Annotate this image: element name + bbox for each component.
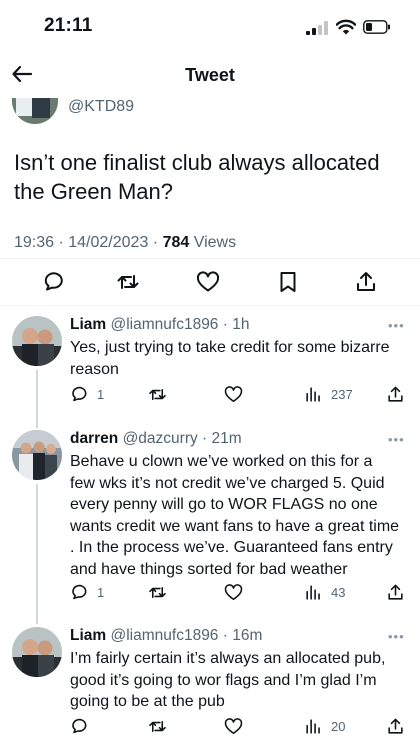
- reply-button[interactable]: 1: [70, 582, 104, 602]
- retweet-icon: [149, 720, 166, 732]
- tweet-action-bar: [0, 268, 420, 300]
- reply-text: Yes, just trying to take credit for some…: [70, 339, 390, 378]
- reply-author-handle: @liamnufc1896 · 16m: [110, 627, 263, 644]
- share-button[interactable]: [386, 716, 405, 736]
- reply-tweet[interactable]: darren @dazcurry · 21m ••• Behave u clow…: [0, 430, 420, 615]
- divider: [0, 258, 420, 259]
- reply-action-bar: 1 43: [70, 582, 410, 602]
- retweet-icon: [149, 388, 166, 400]
- views-icon: [306, 718, 320, 734]
- reply-count: 1: [97, 584, 105, 600]
- share-icon: [388, 584, 403, 600]
- battery-icon: [363, 20, 390, 34]
- reply-action-bar: 1 237: [70, 384, 410, 404]
- share-icon: [388, 386, 403, 402]
- reply-icon[interactable]: [42, 270, 66, 294]
- like-button[interactable]: [224, 384, 243, 404]
- views-button[interactable]: 20: [304, 716, 345, 736]
- retweet-icon[interactable]: [116, 270, 140, 294]
- avatar[interactable]: [12, 627, 62, 677]
- retweet-icon: [149, 586, 166, 598]
- share-icon[interactable]: [354, 270, 378, 294]
- tweet-text: Isn’t one finalist club always allocated…: [14, 150, 380, 204]
- reply-text: Behave u clown we’ve worked on this for …: [70, 453, 400, 578]
- tweet-author-handle[interactable]: @KTD89: [68, 98, 134, 116]
- more-icon[interactable]: •••: [388, 432, 405, 447]
- like-icon: [224, 583, 243, 600]
- reply-tweet[interactable]: Liam @liamnufc1896 · 16m ••• I’m fairly …: [0, 627, 420, 742]
- reply-icon: [72, 386, 87, 401]
- like-button[interactable]: [224, 716, 243, 736]
- reply-author-name[interactable]: Liam: [70, 627, 106, 644]
- views-icon: [306, 584, 320, 600]
- reply-author-handle: @liamnufc1896 · 1h: [110, 316, 250, 333]
- reply-author-name[interactable]: Liam: [70, 316, 106, 333]
- views-button[interactable]: 237: [304, 384, 353, 404]
- share-button[interactable]: [386, 582, 405, 602]
- views-button[interactable]: 43: [304, 582, 345, 602]
- avatar[interactable]: [12, 430, 62, 480]
- reply-header: darren @dazcurry · 21m: [70, 430, 242, 448]
- retweet-button[interactable]: [148, 582, 167, 602]
- reply-text: I’m fairly certain it’s always an alloca…: [70, 650, 386, 710]
- reply-button[interactable]: 1: [70, 384, 104, 404]
- divider: [0, 305, 420, 306]
- views-icon: [306, 386, 320, 402]
- wifi-icon: [336, 19, 356, 35]
- reply-button[interactable]: [70, 716, 97, 736]
- status-time: 21:11: [44, 15, 93, 36]
- reply-icon: [72, 584, 87, 599]
- avatar[interactable]: [12, 316, 62, 366]
- page-title: Tweet: [185, 65, 235, 85]
- reply-header: Liam @liamnufc1896 · 16m: [70, 627, 262, 645]
- avatar[interactable]: [12, 98, 58, 124]
- status-bar: 21:11: [0, 0, 420, 50]
- reply-count: 1: [97, 386, 105, 402]
- views-count: 20: [331, 718, 346, 734]
- signal-icon: [306, 21, 328, 35]
- nav-bar: Tweet: [0, 52, 420, 98]
- reply-icon: [72, 718, 87, 733]
- reply-tweet[interactable]: Liam @liamnufc1896 · 1h ••• Yes, just tr…: [0, 316, 420, 416]
- views-count: 237: [331, 386, 353, 402]
- bookmark-icon[interactable]: [276, 270, 300, 294]
- like-icon: [224, 717, 243, 734]
- tweet-timestamp: 19:36 · 14/02/2023 ·: [14, 234, 163, 251]
- more-icon[interactable]: •••: [388, 318, 405, 333]
- tweet-views-label: Views: [189, 234, 237, 251]
- share-button[interactable]: [386, 384, 405, 404]
- more-icon[interactable]: •••: [388, 629, 405, 644]
- like-icon: [224, 385, 243, 402]
- reply-author-name[interactable]: darren: [70, 430, 118, 447]
- reply-author-handle: @dazcurry · 21m: [122, 430, 242, 447]
- tweet-views-count: 784: [162, 234, 190, 251]
- tweet-meta: 19:36 · 14/02/2023 · 784 Views: [14, 234, 236, 252]
- reply-action-bar: 20: [70, 716, 410, 736]
- like-icon[interactable]: [196, 270, 220, 294]
- retweet-button[interactable]: [148, 384, 167, 404]
- reply-header: Liam @liamnufc1896 · 1h: [70, 316, 249, 334]
- views-count: 43: [331, 584, 346, 600]
- retweet-button[interactable]: [148, 716, 167, 736]
- share-icon: [388, 718, 403, 734]
- like-button[interactable]: [224, 582, 243, 602]
